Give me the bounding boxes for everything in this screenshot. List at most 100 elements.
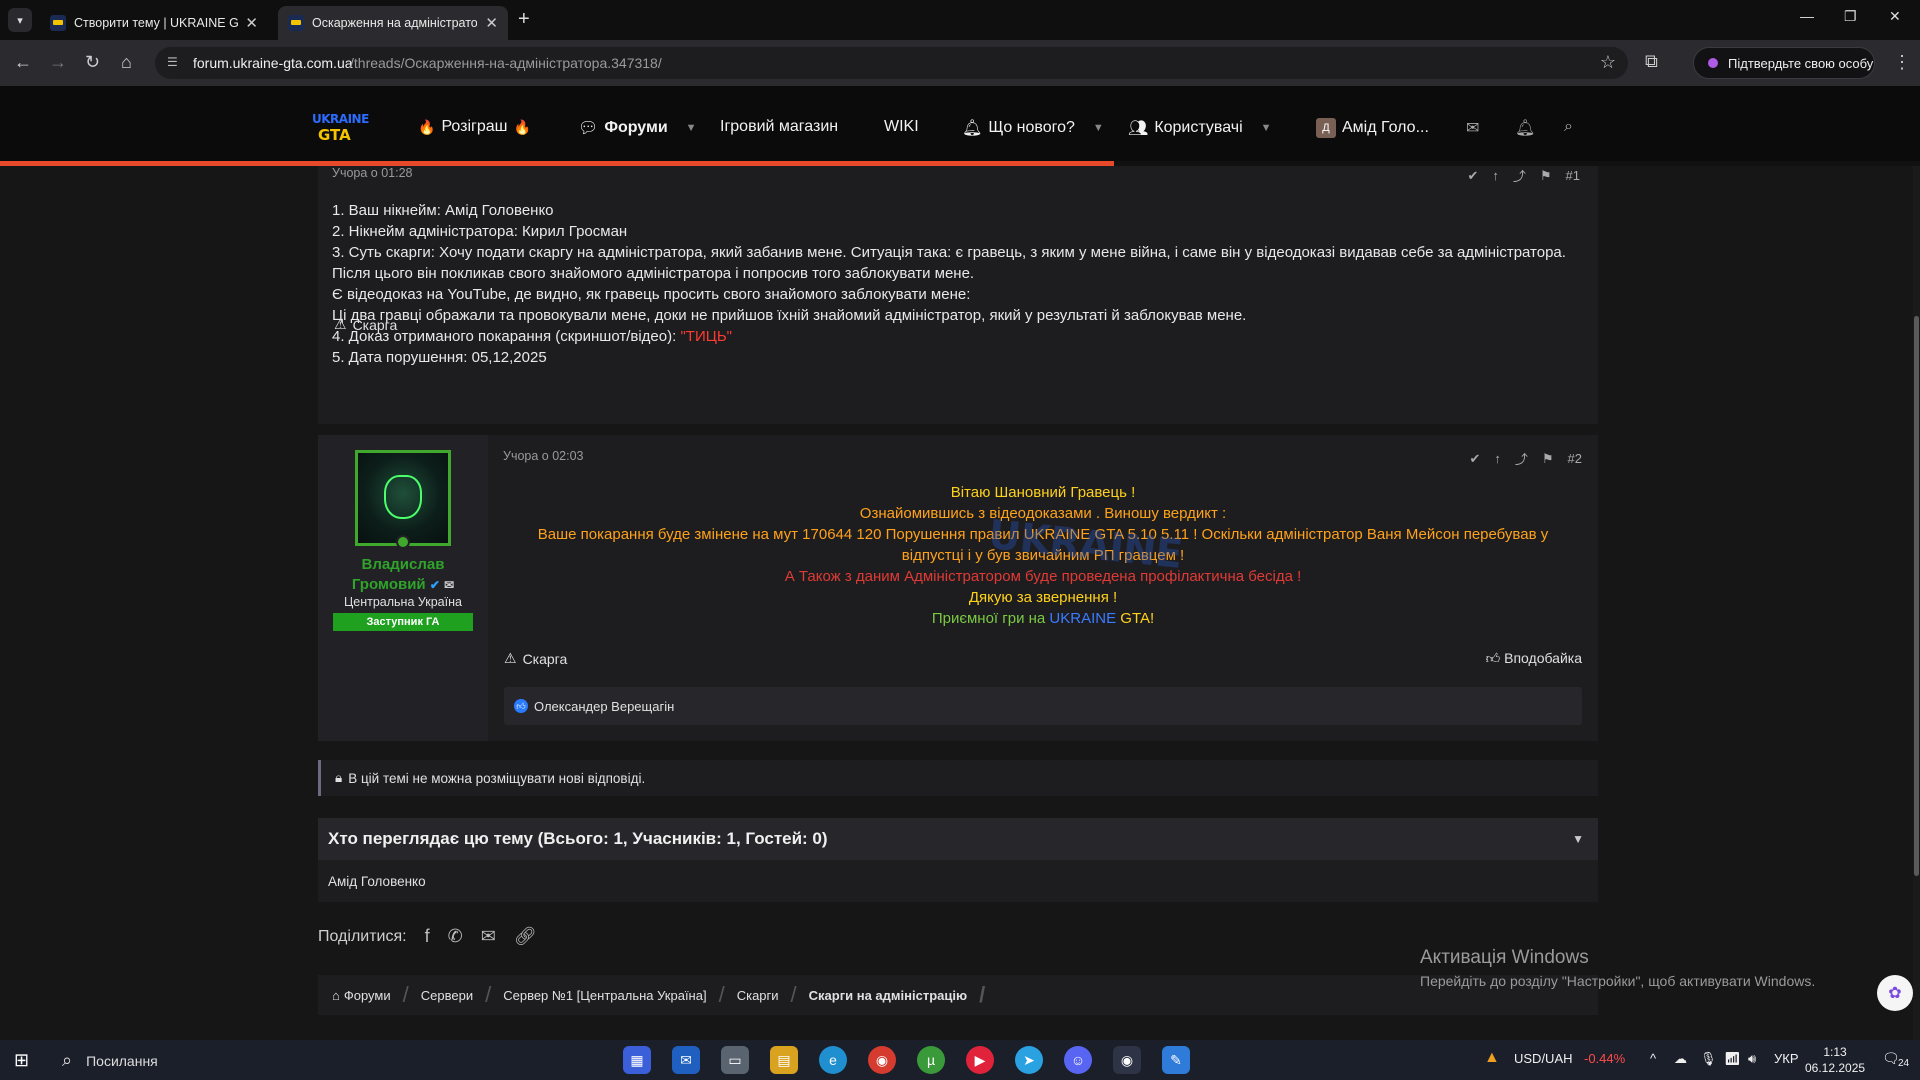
restore-icon[interactable]: ❐ xyxy=(1844,8,1857,25)
fx-change: -0.44% xyxy=(1584,1051,1626,1066)
author-name[interactable]: Владислав Громовий ✔ ✉ xyxy=(318,555,488,595)
post-timestamp[interactable]: Учора о 02:03 xyxy=(503,449,584,463)
proof-link[interactable]: "ТИЦЬ" xyxy=(680,328,732,345)
nav-giveaway[interactable]: 🔥 Розіграш 🔥 xyxy=(418,118,531,136)
paint-app-icon[interactable]: ✎ xyxy=(1162,1046,1190,1074)
report-button[interactable]: ⚠ Скарга xyxy=(334,316,397,333)
chevron-down-icon[interactable]: ▼ xyxy=(1093,122,1104,134)
arrow-up-icon[interactable]: ↑ xyxy=(1494,451,1501,466)
reaction-user[interactable]: Олександер Верещагін xyxy=(534,699,674,714)
page-scrollbar[interactable] xyxy=(1913,166,1920,1040)
post-number[interactable]: #1 xyxy=(1566,168,1580,183)
forward-arrow-icon[interactable]: → xyxy=(49,52,67,73)
browser-tab-active[interactable]: Оскарження на адміністратор ✕ xyxy=(278,6,508,40)
nav-shop[interactable]: Ігровий магазин xyxy=(720,118,838,136)
system-clock[interactable]: 1:13 06.12.2025 xyxy=(1805,1044,1865,1076)
site-info-icon[interactable]: ☰ xyxy=(167,55,178,69)
share-icon[interactable]: ⤴ xyxy=(1513,166,1526,185)
envelope-icon[interactable]: ✉ xyxy=(444,578,454,592)
address-bar[interactable]: ☰ forum.ukraine-gta.com.ua /threads/Оска… xyxy=(155,47,1628,79)
keyboard-language[interactable]: УКР xyxy=(1774,1051,1799,1066)
share-icon[interactable]: ⤴ xyxy=(1515,449,1528,468)
taskbar-search[interactable]: ⌕ Посилання xyxy=(62,1050,158,1071)
site-logo[interactable]: UKRAINE GTA xyxy=(310,112,370,146)
close-tab-icon[interactable]: ✕ xyxy=(245,14,258,32)
edge-browser-icon[interactable]: e xyxy=(819,1046,847,1074)
breadcrumb-item[interactable]: Сервери / xyxy=(421,982,503,1008)
post-number[interactable]: #2 xyxy=(1568,451,1582,466)
bookmark-icon[interactable]: ⚑ xyxy=(1542,451,1554,467)
chevron-down-icon[interactable]: ▼ xyxy=(686,122,697,134)
extensions-icon[interactable]: ⧉ xyxy=(1645,51,1658,72)
utorrent-icon[interactable]: µ xyxy=(917,1046,945,1074)
telegram-icon[interactable]: ➤ xyxy=(1015,1046,1043,1074)
discord-icon[interactable]: ☺ xyxy=(1064,1046,1092,1074)
author-avatar[interactable] xyxy=(355,450,451,549)
reactions-bar[interactable]: 👍︎ Олександер Верещагін xyxy=(504,687,1582,725)
browser-toolbar: ← → ↻ ⌂ ☰ forum.ukraine-gta.com.ua /thre… xyxy=(0,40,1920,86)
link-icon[interactable]: 🔗︎ xyxy=(514,926,537,947)
store-app-icon[interactable]: ▦ xyxy=(623,1046,651,1074)
chevron-down-icon[interactable]: ▼ xyxy=(1261,122,1272,134)
collapse-toggle-icon[interactable]: ▼ xyxy=(1572,832,1584,846)
activation-title: Активація Windows xyxy=(1420,947,1589,968)
close-tab-icon[interactable]: ✕ xyxy=(485,14,498,32)
tab-search-button[interactable]: ▾ xyxy=(8,8,32,32)
nav-wiki[interactable]: WIKI xyxy=(884,118,919,136)
new-tab-plus-icon[interactable]: + xyxy=(518,8,530,31)
whatsapp-icon[interactable]: ✆ xyxy=(448,926,463,947)
home-icon[interactable]: ⌂ xyxy=(121,52,132,73)
chrome-active-icon[interactable]: ◉ xyxy=(1113,1046,1141,1074)
viewer-name[interactable]: Амід Головенко xyxy=(328,874,426,889)
wifi-icon[interactable]: 📶︎ xyxy=(1724,1051,1741,1067)
microphone-icon[interactable]: 🎙︎ xyxy=(1700,1051,1717,1067)
assistant-floating-icon[interactable]: ✿ xyxy=(1877,975,1913,1011)
fx-pair[interactable]: USD/UAH xyxy=(1514,1051,1573,1066)
warning-triangle-icon: ⚠ xyxy=(504,650,517,666)
media-player-icon[interactable]: ▶ xyxy=(966,1046,994,1074)
stocks-widget-icon[interactable]: ▲ xyxy=(1484,1049,1500,1067)
thumbs-up-icon: 👍︎ xyxy=(1485,650,1501,666)
profile-button[interactable]: Підтвердьте свою особу xyxy=(1693,47,1875,79)
nav-whats-new[interactable]: 🔔︎ Що нового? ▼ xyxy=(962,118,1104,138)
inbox-icon[interactable]: ✉ xyxy=(1466,118,1479,138)
post-timestamp[interactable]: Учора о 01:28 xyxy=(332,166,413,180)
scrollbar-thumb[interactable] xyxy=(1914,316,1919,876)
nav-users[interactable]: 👥︎ Користувачі ▼ xyxy=(1128,118,1272,138)
breadcrumb-item[interactable]: Скарги / xyxy=(737,982,809,1008)
breadcrumb-item[interactable]: ⌂ Форуми / xyxy=(332,982,421,1008)
mail-app-icon[interactable]: ✉ xyxy=(672,1046,700,1074)
verdict-thanks: Дякую за звернення ! xyxy=(968,589,1118,606)
file-explorer-icon[interactable]: ▤ xyxy=(770,1046,798,1074)
chrome-icon[interactable]: ◉ xyxy=(868,1046,896,1074)
search-icon[interactable]: ⌕ xyxy=(1564,118,1573,136)
check-shield-icon[interactable]: ✔ xyxy=(1469,451,1480,467)
nav-account[interactable]: Д Амід Голо... xyxy=(1316,118,1429,138)
report-button[interactable]: ⚠ Скарга xyxy=(504,650,567,667)
arrow-up-icon[interactable]: ↑ xyxy=(1492,168,1499,183)
breadcrumb-item[interactable]: Скарги на адміністрацію / xyxy=(809,982,998,1008)
tray-expand-icon[interactable]: ^ xyxy=(1650,1051,1656,1066)
like-button[interactable]: 👍︎ Вподобайка xyxy=(1486,650,1582,667)
bookmark-star-icon[interactable]: ☆ xyxy=(1600,52,1616,73)
alerts-bell-icon[interactable]: 🔔︎ xyxy=(1515,118,1535,138)
check-shield-icon[interactable]: ✔ xyxy=(1467,168,1478,184)
breadcrumb-item[interactable]: Сервер №1 [Центральна Україна] / xyxy=(503,982,736,1008)
nav-forums[interactable]: 💬︎ Форуми ▼ xyxy=(578,118,697,138)
volume-icon[interactable]: 🔊︎ xyxy=(1748,1051,1756,1067)
computer-app-icon[interactable]: ▭ xyxy=(721,1046,749,1074)
onedrive-cloud-icon[interactable]: ☁ xyxy=(1674,1051,1687,1067)
minimize-icon[interactable]: — xyxy=(1800,8,1814,24)
bookmark-icon[interactable]: ⚑ xyxy=(1540,168,1552,184)
back-arrow-icon[interactable]: ← xyxy=(14,52,32,73)
reload-icon[interactable]: ↻ xyxy=(85,52,100,73)
email-icon[interactable]: ✉ xyxy=(481,926,496,947)
close-window-icon[interactable]: ✕ xyxy=(1889,8,1901,25)
browser-tab[interactable]: Створити тему | UKRAINE GTA ✕ xyxy=(40,6,268,40)
clock-time: 1:13 xyxy=(1823,1045,1847,1059)
browser-menu-icon[interactable]: ⋮ xyxy=(1893,52,1911,73)
breadcrumb: ⌂ Форуми / Сервери / Сервер №1 [Централь… xyxy=(318,975,1598,1015)
windows-start-icon[interactable]: ⊞ xyxy=(14,1050,29,1071)
facebook-icon[interactable]: f xyxy=(425,926,430,947)
viewers-header[interactable]: Хто переглядає цю тему (Всього: 1, Учасн… xyxy=(318,818,1598,860)
